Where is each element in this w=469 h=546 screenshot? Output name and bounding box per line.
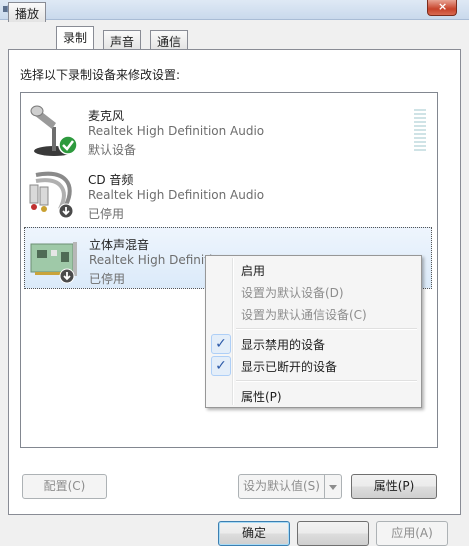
tab-playback[interactable]: 播放: [8, 2, 47, 22]
ok-button[interactable]: 确定: [218, 521, 290, 546]
checkmark-icon: ✓: [211, 356, 231, 376]
title-bar: 声音 ×: [0, 0, 469, 20]
checkmark-icon: ✓: [211, 334, 231, 354]
device-name: 麦克风: [88, 109, 125, 123]
context-menu: 启用 设置为默认设备(D) 设置为默认通信设备(C) ✓ 显示禁用的设备 ✓ 显…: [205, 255, 422, 408]
menu-item-enable[interactable]: 启用: [208, 259, 419, 281]
apply-button[interactable]: 应用(A): [376, 521, 448, 546]
audio-cable-icon: [29, 171, 72, 212]
default-check-icon: [58, 135, 78, 155]
menu-separator: [236, 328, 417, 330]
menu-item-show-disconnected-devices[interactable]: ✓ 显示已断开的设备: [208, 355, 419, 377]
device-description: Realtek High Definition Audio: [88, 124, 265, 138]
sound-card-icon: [30, 242, 77, 276]
set-default-button[interactable]: 设为默认值(S): [238, 474, 325, 499]
device-status: 已停用: [88, 207, 125, 221]
device-description: Realtek High Definition Audio: [88, 188, 265, 202]
tab-communications[interactable]: 通信: [150, 30, 189, 50]
device-name: 立体声混音: [89, 238, 150, 252]
set-default-dropdown-arrow-icon[interactable]: [324, 474, 342, 499]
level-meter: [414, 109, 426, 153]
close-button[interactable]: ×: [427, 0, 457, 16]
cancel-button[interactable]: [297, 521, 369, 546]
device-item-microphone[interactable]: 麦克风 Realtek High Definition Audio 默认设备: [24, 99, 432, 161]
device-description: Realtek High Definiti: [89, 253, 213, 267]
device-status: 默认设备: [88, 143, 137, 157]
device-item-cd-audio[interactable]: CD 音频 Realtek High Definition Audio 已停用: [24, 163, 432, 225]
configure-button[interactable]: 配置(C): [22, 474, 107, 499]
instruction-text: 选择以下录制设备来修改设置:: [20, 68, 181, 82]
device-status: 已停用: [89, 272, 126, 286]
tab-sounds[interactable]: 声音: [103, 30, 142, 50]
menu-separator: [236, 380, 417, 382]
tab-recording[interactable]: 录制: [56, 26, 95, 49]
disabled-arrow-icon: [58, 203, 74, 219]
device-name: CD 音频: [88, 173, 134, 187]
menu-item-set-default-comm-device[interactable]: 设置为默认通信设备(C): [208, 303, 419, 325]
menu-item-set-default-device[interactable]: 设置为默认设备(D): [208, 281, 419, 303]
disabled-arrow-icon: [59, 268, 75, 284]
menu-item-show-disabled-devices[interactable]: ✓ 显示禁用的设备: [208, 333, 419, 355]
properties-button[interactable]: 属性(P): [351, 474, 437, 499]
menu-item-properties[interactable]: 属性(P): [208, 385, 419, 407]
close-icon: ×: [438, 0, 448, 13]
